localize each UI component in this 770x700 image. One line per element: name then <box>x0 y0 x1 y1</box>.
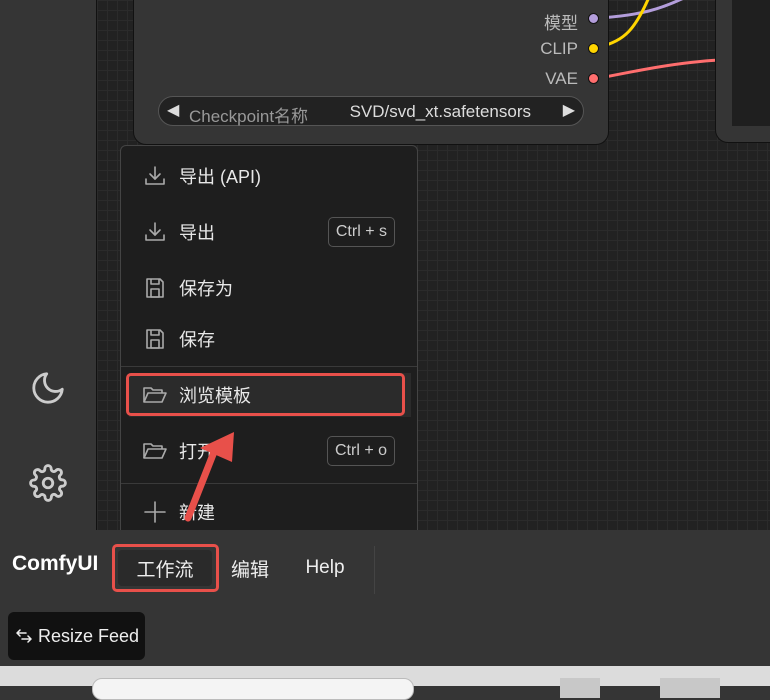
menubar <box>0 530 770 600</box>
menubar-divider <box>374 546 375 594</box>
brand-logo: ComfyUI <box>12 552 99 575</box>
resize-arrows-icon <box>16 628 32 644</box>
resize-feed-label: Resize Feed <box>38 625 140 646</box>
bottom-element <box>560 678 600 698</box>
bottom-element <box>660 678 720 698</box>
menubar-item-edit[interactable]: 编辑 <box>222 550 278 586</box>
bottom-search-field[interactable] <box>92 678 414 700</box>
menubar-item-workflow[interactable]: 工作流 <box>118 550 212 586</box>
menubar-item-help[interactable]: Help <box>298 550 352 586</box>
resize-feed-button[interactable]: Resize Feed <box>8 612 145 660</box>
